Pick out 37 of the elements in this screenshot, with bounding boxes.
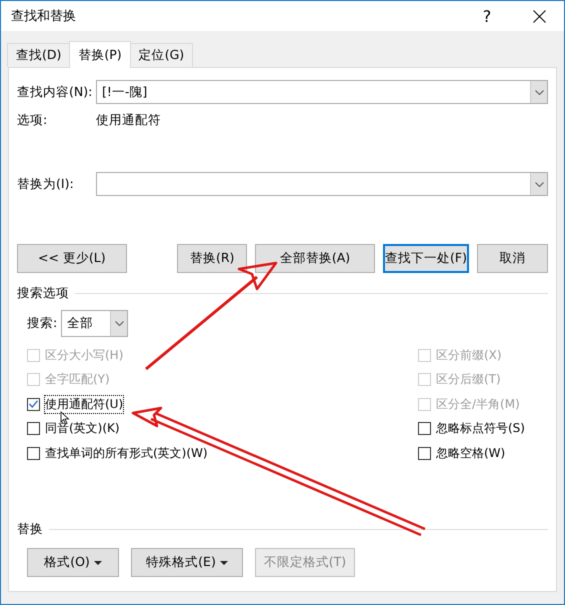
help-button[interactable]: ?: [472, 2, 502, 30]
window-title: 查找和替换: [11, 8, 77, 25]
dialog-button[interactable]: 替换(R): [176, 244, 248, 273]
dialog-tab[interactable]: 定位(G): [130, 43, 194, 67]
dropdown-button[interactable]: [530, 81, 547, 103]
replace-label: 替换为(I):: [17, 176, 75, 192]
dialog-button[interactable]: 取消: [477, 244, 548, 273]
chevron-down-icon: [534, 90, 544, 94]
close-icon: [532, 10, 546, 22]
find-field[interactable]: [!一-隗]: [96, 80, 548, 104]
format-button[interactable]: 格式(O): [27, 548, 119, 577]
format-button[interactable]: 特殊格式(E): [131, 548, 243, 577]
replace-field[interactable]: [96, 172, 548, 196]
dialog-button[interactable]: 全部替换(A): [255, 244, 375, 273]
find-label: 查找内容(N):: [17, 84, 94, 100]
dropdown-button[interactable]: [110, 311, 128, 336]
check-icon: [29, 400, 38, 408]
chevron-down-icon: [114, 321, 124, 326]
caret-icon: [220, 560, 228, 564]
dialog-button[interactable]: 查找下一处(F): [382, 244, 470, 273]
chevron-down-icon: [534, 182, 544, 186]
dropdown-button[interactable]: [530, 173, 547, 195]
option-checkbox[interactable]: 使用通配符(U): [27, 392, 287, 416]
caret-icon: [94, 560, 102, 564]
section-title: 搜索选项: [17, 285, 69, 302]
options-label: 选项:: [17, 112, 48, 129]
dialog-button[interactable]: << 更少(L): [17, 244, 127, 273]
dialog-tab[interactable]: 查找(D): [7, 43, 70, 67]
search-label: 搜索:: [27, 315, 58, 332]
option-checkbox[interactable]: 忽略标点符号(S): [418, 416, 540, 441]
section-title: 替换: [17, 521, 43, 538]
option-checkbox[interactable]: 查找单词的所有形式(英文)(W): [27, 441, 287, 466]
search-select[interactable]: 全部: [61, 310, 128, 337]
option-checkbox[interactable]: 同音(英文)(K): [27, 416, 287, 441]
option-checkbox[interactable]: 忽略空格(W): [418, 441, 540, 466]
dialog-tab[interactable]: 替换(P): [69, 41, 131, 68]
options-value: 使用通配符: [96, 112, 161, 129]
